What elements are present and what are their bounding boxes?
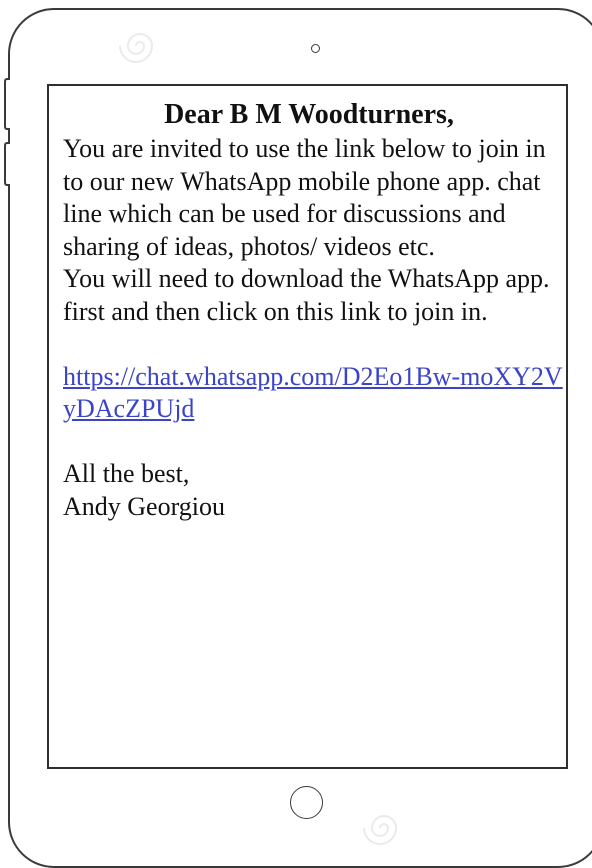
camera-icon [311, 44, 320, 53]
watermark-swirl-icon [119, 33, 154, 63]
whatsapp-invite-link[interactable]: https://chat.whatsapp.com/D2Eo1Bw-moXY2V… [63, 362, 563, 424]
volume-up-button [4, 78, 10, 130]
home-button-icon[interactable] [290, 786, 323, 819]
instructions-paragraph: You will need to download the WhatsApp a… [63, 264, 550, 326]
tablet-screen: Dear B M Woodturners, You are invited to… [47, 84, 568, 769]
volume-down-button [4, 142, 10, 186]
message-body: Dear B M Woodturners, You are invited to… [63, 98, 563, 523]
invitation-paragraph: You are invited to use the link below to… [63, 134, 546, 261]
signature-text: Andy Georgiou [63, 491, 226, 521]
signoff-text: All the best, [63, 459, 190, 488]
greeting-heading: Dear B M Woodturners, [164, 99, 454, 130]
watermark-swirl-icon [363, 815, 398, 845]
